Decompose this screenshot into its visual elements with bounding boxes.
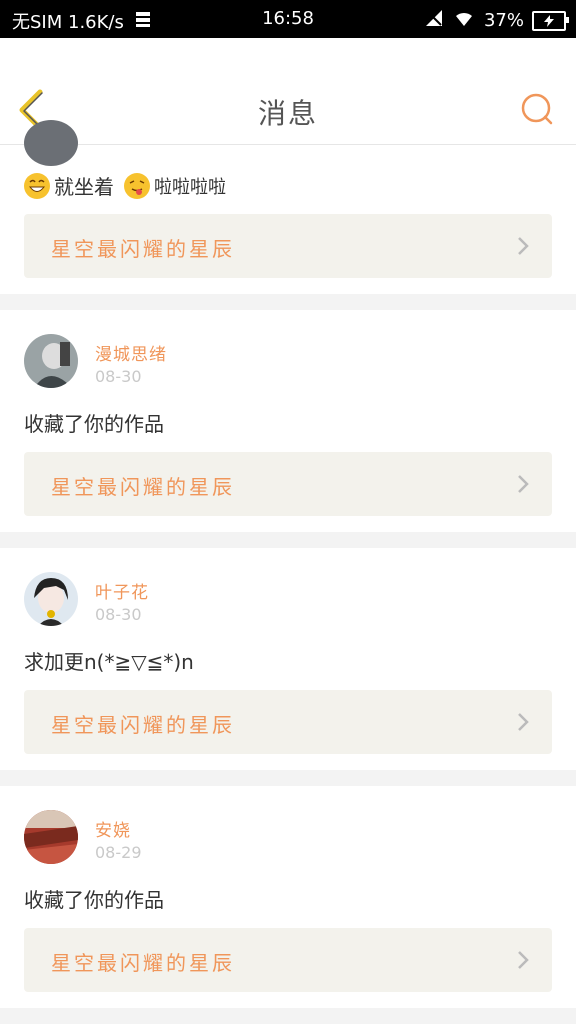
search-icon <box>521 93 553 125</box>
work-link-button[interactable]: 星空最闪耀的星辰 <box>24 214 552 278</box>
battery-icon <box>532 10 569 31</box>
avatar[interactable] <box>24 334 78 388</box>
message-list: 就坐着 啦啦啦啦 星空最闪耀的星辰 漫城思绪 08-30 收藏了你的作品 星空最… <box>0 145 576 1008</box>
username[interactable]: 漫城思绪 <box>95 340 167 365</box>
work-title: 星空最闪耀的星辰 <box>51 475 235 499</box>
battery-percent: 37% <box>483 10 524 31</box>
chevron-right-icon <box>518 475 529 493</box>
grin-emoji-icon <box>24 172 50 199</box>
work-title: 星空最闪耀的星辰 <box>51 237 235 261</box>
message-card: 漫城思绪 08-30 收藏了你的作品 星空最闪耀的星辰 <box>0 310 576 532</box>
chevron-right-icon <box>518 951 529 969</box>
chevron-right-icon <box>518 713 529 731</box>
status-bar: 无SIM 1.6K/s 16:58 37% <box>0 0 576 38</box>
tongue-emoji-icon <box>124 172 150 199</box>
work-title: 星空最闪耀的星辰 <box>51 713 235 737</box>
message-date: 08-30 <box>95 605 142 624</box>
message-text: 收藏了你的作品 <box>24 888 164 912</box>
work-link-button[interactable]: 星空最闪耀的星辰 <box>24 928 552 992</box>
username[interactable]: 安娆 <box>95 816 131 841</box>
message-card: 就坐着 啦啦啦啦 星空最闪耀的星辰 <box>0 145 576 294</box>
chevron-right-icon <box>518 237 529 255</box>
avatar <box>24 120 78 166</box>
search-button[interactable] <box>520 92 554 126</box>
page-title: 消息 <box>257 97 318 130</box>
work-link-button[interactable]: 星空最闪耀的星辰 <box>24 452 552 516</box>
message-card: 安娆 08-29 收藏了你的作品 星空最闪耀的星辰 <box>0 786 576 1008</box>
avatar[interactable] <box>24 572 78 626</box>
username[interactable]: 叶子花 <box>95 578 149 603</box>
message-date: 08-29 <box>95 843 142 862</box>
message-card: 叶子花 08-30 求加更n(*≧▽≦*)n 星空最闪耀的星辰 <box>0 548 576 770</box>
message-text: 收藏了你的作品 <box>24 412 164 436</box>
message-text: 就坐着 啦啦啦啦 <box>24 171 226 200</box>
avatar[interactable] <box>24 810 78 864</box>
work-link-button[interactable]: 星空最闪耀的星辰 <box>24 690 552 754</box>
app-header: 消息 <box>0 38 576 145</box>
clock: 16:58 <box>262 8 314 29</box>
message-date: 08-30 <box>95 367 142 386</box>
wifi-icon <box>452 8 476 33</box>
message-text: 求加更n(*≧▽≦*)n <box>24 650 194 674</box>
no-signal-icon <box>424 8 444 33</box>
work-title: 星空最闪耀的星辰 <box>51 951 235 975</box>
